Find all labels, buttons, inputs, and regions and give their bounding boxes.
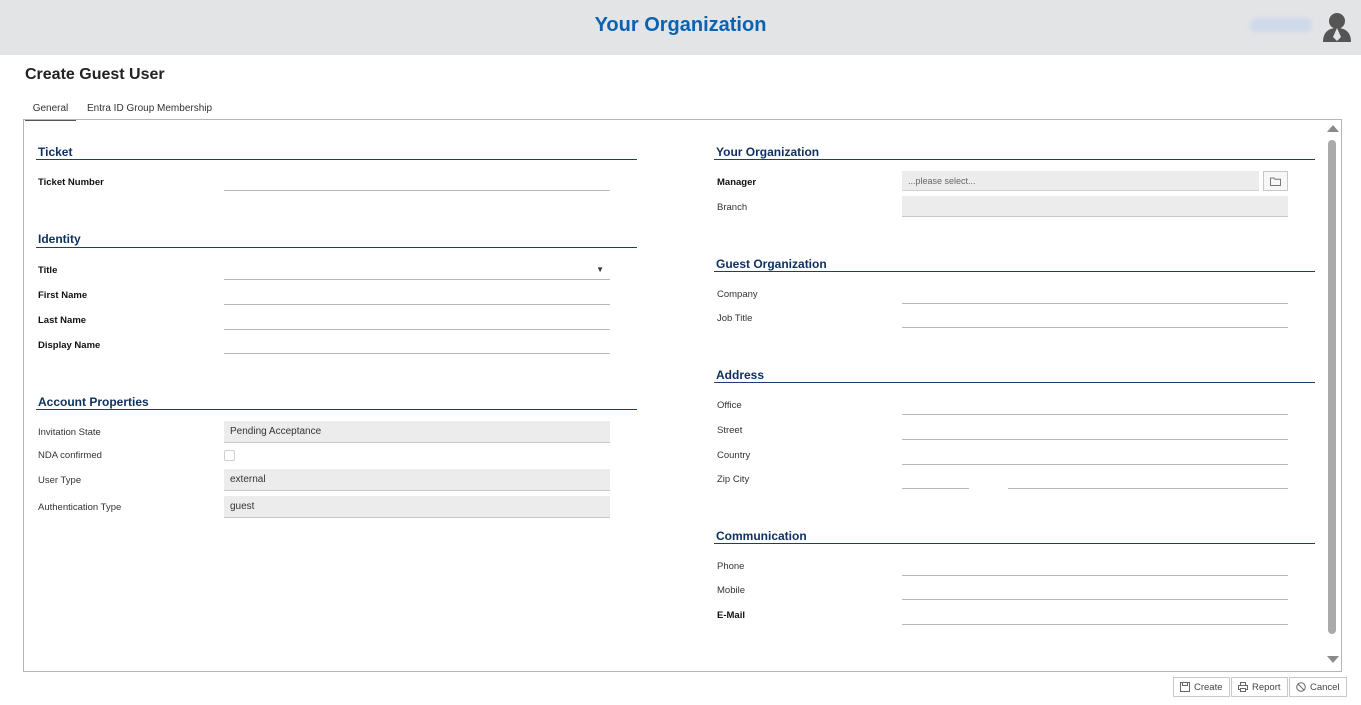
create-button-label: Create [1194, 681, 1223, 693]
nda-confirmed-label: NDA confirmed [38, 450, 102, 461]
section-divider [36, 409, 637, 410]
save-icon [1180, 682, 1190, 692]
street-label: Street [717, 425, 743, 436]
section-title-communication: Communication [716, 529, 807, 543]
brand-title: Your Organization [594, 14, 767, 36]
ticket-number-input[interactable] [224, 177, 610, 191]
section-divider [714, 543, 1315, 544]
street-input[interactable] [902, 426, 1288, 440]
scrollbar-thumb[interactable] [1328, 140, 1336, 634]
section-title-guest-organization: Guest Organization [716, 257, 827, 271]
first-name-input[interactable] [224, 291, 610, 305]
section-title-your-organization: Your Organization [716, 145, 820, 159]
scroll-down-arrow-icon[interactable] [1327, 656, 1339, 663]
manager-picker[interactable]: ...please select... [902, 171, 1259, 191]
section-title-address: Address [716, 368, 765, 382]
authentication-type-field: guest [224, 496, 610, 518]
office-label: Office [717, 400, 742, 411]
section-title-account-properties: Account Properties [38, 395, 149, 409]
cancel-button-label: Cancel [1310, 681, 1340, 693]
nda-confirmed-checkbox[interactable] [224, 450, 235, 461]
create-button[interactable]: Create [1173, 677, 1230, 697]
user-type-label: User Type [38, 475, 82, 486]
country-input[interactable] [902, 451, 1288, 465]
phone-label: Phone [717, 561, 745, 572]
job-title-label: Job Title [717, 313, 753, 324]
phone-input[interactable] [902, 562, 1288, 576]
section-divider [714, 159, 1315, 160]
ticket-number-label: Ticket Number [38, 177, 104, 188]
city-input[interactable] [1008, 475, 1288, 489]
section-title-ticket: Ticket [38, 145, 73, 159]
manager-label: Manager [717, 177, 757, 188]
first-name-label: First Name [38, 290, 88, 301]
avatar-icon[interactable] [1321, 11, 1353, 43]
invitation-state-field: Pending Acceptance [224, 421, 610, 443]
printer-icon [1238, 682, 1248, 692]
display-name-input[interactable] [224, 340, 610, 354]
invitation-state-label: Invitation State [38, 427, 101, 438]
email-input[interactable] [902, 611, 1288, 625]
top-bar: Your Organization ████████ [0, 0, 1361, 55]
display-name-label: Display Name [38, 340, 101, 351]
branch-field [902, 196, 1288, 217]
report-button[interactable]: Report [1231, 677, 1288, 697]
scroll-up-arrow-icon[interactable] [1327, 125, 1339, 132]
last-name-label: Last Name [38, 315, 87, 326]
mobile-input[interactable] [902, 586, 1288, 600]
folder-browse-button[interactable] [1263, 171, 1288, 191]
report-button-label: Report [1252, 681, 1281, 693]
country-label: Country [717, 450, 751, 461]
branch-label: Branch [717, 202, 748, 213]
company-input[interactable] [902, 290, 1288, 304]
user-name[interactable]: ████████ [1250, 18, 1312, 32]
section-divider [36, 159, 637, 160]
cancel-icon [1296, 682, 1306, 692]
tab-entra-id-group-membership[interactable]: Entra ID Group Membership [87, 103, 212, 119]
company-label: Company [717, 289, 758, 300]
section-divider [714, 382, 1315, 383]
job-title-input[interactable] [902, 314, 1288, 328]
user-type-field: external [224, 469, 610, 491]
folder-icon [1270, 177, 1281, 186]
zip-input[interactable] [902, 475, 969, 489]
mobile-label: Mobile [717, 585, 745, 596]
page-title: Create Guest User [25, 66, 165, 83]
last-name-input[interactable] [224, 316, 610, 330]
title-label: Title [38, 265, 58, 276]
office-input[interactable] [902, 401, 1288, 415]
section-divider [714, 271, 1315, 272]
section-divider [36, 247, 637, 248]
email-label: E-Mail [717, 610, 745, 621]
section-title-identity: Identity [38, 232, 81, 246]
zip-city-label: Zip City [717, 474, 750, 485]
authentication-type-label: Authentication Type [38, 502, 122, 513]
caret-down-icon: ▼ [596, 265, 604, 274]
title-select[interactable]: ▼ [224, 260, 610, 280]
cancel-button[interactable]: Cancel [1289, 677, 1347, 697]
